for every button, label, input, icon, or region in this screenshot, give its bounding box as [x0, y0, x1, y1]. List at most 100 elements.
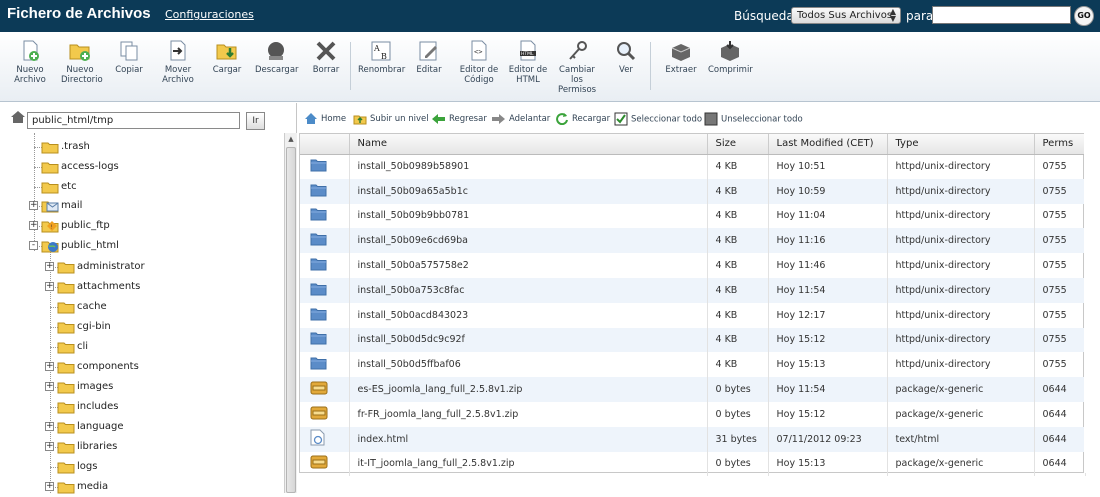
- search-label: Búsqueda: [734, 9, 794, 23]
- home-button[interactable]: Home: [304, 112, 346, 126]
- expand-toggle-icon[interactable]: +: [45, 262, 54, 271]
- view-button[interactable]: Ver: [612, 40, 640, 75]
- tree-scrollbar[interactable]: ▲: [284, 133, 297, 493]
- tree-item[interactable]: .trash: [41, 138, 90, 156]
- go-button[interactable]: GO: [1074, 6, 1094, 26]
- cell-name[interactable]: install_50b09a65a5b1c: [349, 178, 708, 204]
- tree-item[interactable]: public_html: [41, 237, 119, 255]
- cell-name[interactable]: install_50b0989b58901: [349, 154, 708, 179]
- settings-link[interactable]: Configuraciones: [165, 8, 254, 21]
- column-header-type[interactable]: Type: [887, 134, 1035, 155]
- table-row[interactable]: install_50b0d5dc9c92f 4 KB Hoy 15:12 httpd/…: [300, 327, 1086, 353]
- upload-button[interactable]: Cargar: [211, 40, 243, 75]
- new-file-icon: [23, 40, 39, 61]
- back-button[interactable]: Regresar: [431, 112, 487, 126]
- tree-item[interactable]: attachments: [57, 278, 140, 296]
- download-button[interactable]: Descargar: [255, 40, 299, 75]
- new-file-button[interactable]: Nuevo Archivo: [13, 40, 47, 85]
- expand-toggle-icon[interactable]: +: [45, 362, 54, 371]
- tree-item[interactable]: components: [57, 358, 139, 376]
- unselect-all-button[interactable]: Unseleccionar todo: [704, 112, 803, 127]
- scroll-up-icon[interactable]: ▲: [285, 133, 297, 145]
- expand-toggle-icon[interactable]: +: [45, 442, 54, 451]
- cell-name[interactable]: es-ES_joomla_lang_full_2.5.8v1.zip: [349, 377, 708, 402]
- collapse-toggle-icon[interactable]: -: [29, 241, 38, 250]
- table-row[interactable]: install_50b09b9bb0781 4 KB Hoy 11:04 httpd/…: [300, 203, 1086, 229]
- column-header-modified[interactable]: Last Modified (CET): [768, 134, 888, 155]
- column-header-size[interactable]: Size: [707, 134, 769, 155]
- copy-button[interactable]: Copiar: [113, 40, 145, 75]
- folder-icon: [310, 258, 327, 271]
- expand-toggle-icon[interactable]: +: [29, 201, 38, 210]
- path-input[interactable]: public_html/tmp: [27, 112, 240, 129]
- cell-name[interactable]: install_50b0a575758e2: [349, 253, 708, 278]
- cell-name[interactable]: install_50b0d5dc9c92f: [349, 327, 708, 353]
- select-all-button[interactable]: Seleccionar todo: [614, 112, 702, 127]
- forward-button[interactable]: Adelantar: [491, 112, 550, 126]
- tree-item[interactable]: language: [57, 418, 124, 436]
- cell-name[interactable]: index.html: [349, 426, 708, 452]
- cell-name[interactable]: install_50b09e6cd69ba: [349, 228, 708, 254]
- tree-item[interactable]: administrator: [57, 258, 145, 276]
- search-input[interactable]: [932, 6, 1071, 24]
- expand-toggle-icon[interactable]: +: [45, 382, 54, 391]
- search-scope-select[interactable]: Todos Sus Archivos ▲ ▼: [791, 7, 901, 24]
- row-icon-cell: [300, 451, 350, 477]
- code-editor-button[interactable]: <> Editor de Código: [458, 40, 500, 85]
- permissions-button[interactable]: Cambiar los Permisos: [558, 40, 596, 95]
- tree-scroll-thumb[interactable]: [286, 147, 296, 493]
- cell-name[interactable]: it-IT_joomla_lang_full_2.5.8v1.zip: [349, 451, 708, 477]
- tree-item[interactable]: mail: [41, 197, 82, 215]
- tree-item[interactable]: logs: [57, 458, 97, 476]
- tree-item[interactable]: ! public_ftp: [41, 217, 110, 235]
- move-file-button[interactable]: Mover Archivo: [160, 40, 196, 85]
- table-row[interactable]: install_50b0d5ffbaf06 4 KB Hoy 15:13 httpd/…: [300, 352, 1086, 378]
- column-header-perms[interactable]: Perms: [1034, 134, 1086, 155]
- table-row[interactable]: install_50b09e6cd69ba 4 KB Hoy 11:16 httpd/…: [300, 228, 1086, 254]
- table-row[interactable]: install_50b0989b58901 4 KB Hoy 10:51 httpd/…: [300, 154, 1086, 179]
- column-header-name[interactable]: Name: [349, 134, 708, 155]
- tree-item[interactable]: access-logs: [41, 158, 119, 176]
- compress-button[interactable]: Comprimir: [708, 40, 753, 75]
- cell-modified: Hoy 15:12: [768, 401, 888, 427]
- rename-button[interactable]: A B Renombrar: [358, 40, 405, 75]
- edit-button[interactable]: Editar: [414, 40, 444, 75]
- table-row[interactable]: install_50b09a65a5b1c 4 KB Hoy 10:59 httpd/…: [300, 178, 1086, 204]
- table-row[interactable]: install_50b0a753c8fac 4 KB Hoy 11:54 httpd/…: [300, 277, 1086, 303]
- expand-toggle-icon[interactable]: +: [45, 282, 54, 291]
- up-level-button[interactable]: Subir un nivel: [353, 112, 429, 126]
- tree-item[interactable]: media: [57, 478, 108, 496]
- cell-name[interactable]: install_50b0acd843023: [349, 302, 708, 328]
- tree-item[interactable]: includes: [57, 398, 118, 416]
- table-row[interactable]: fr-FR_joomla_lang_full_2.5.8v1.zip 0 byte…: [300, 401, 1086, 427]
- expand-toggle-icon[interactable]: +: [45, 422, 54, 431]
- tree-item[interactable]: cli: [57, 338, 88, 356]
- forward-label: Adelantar: [509, 114, 551, 124]
- new-folder-button[interactable]: Nuevo Directorio: [61, 40, 103, 85]
- home-icon[interactable]: [10, 110, 26, 124]
- extract-button[interactable]: Extraer: [664, 40, 698, 75]
- cell-name[interactable]: install_50b09b9bb0781: [349, 203, 708, 229]
- tree-item[interactable]: etc: [41, 178, 77, 196]
- table-row[interactable]: index.html 31 bytes 07/11/2012 09:23 text/h…: [300, 426, 1086, 452]
- html-editor-button[interactable]: HTML Editor de HTML: [508, 40, 548, 85]
- row-icon-cell: [300, 154, 350, 179]
- delete-button[interactable]: Borrar: [311, 40, 341, 75]
- tree-item[interactable]: cache: [57, 298, 107, 316]
- table-row[interactable]: es-ES_joomla_lang_full_2.5.8v1.zip 0 byte…: [300, 377, 1086, 402]
- table-row[interactable]: install_50b0acd843023 4 KB Hoy 12:17 httpd/…: [300, 302, 1086, 328]
- table-row[interactable]: it-IT_joomla_lang_full_2.5.8v1.zip 0 byte…: [300, 451, 1086, 477]
- expand-toggle-icon[interactable]: +: [45, 482, 54, 491]
- expand-toggle-icon[interactable]: +: [29, 221, 38, 230]
- table-row[interactable]: install_50b0a575758e2 4 KB Hoy 11:46 httpd/…: [300, 253, 1086, 278]
- file-list-scrollbar[interactable]: [1084, 133, 1098, 473]
- folder-tree-panel: public_html/tmp Ir .trash access-logs etc +…: [0, 103, 297, 496]
- tree-item[interactable]: libraries: [57, 438, 117, 456]
- cell-name[interactable]: install_50b0d5ffbaf06: [349, 352, 708, 378]
- path-go-button[interactable]: Ir: [246, 112, 265, 130]
- reload-button[interactable]: Recargar: [555, 112, 610, 126]
- cell-name[interactable]: fr-FR_joomla_lang_full_2.5.8v1.zip: [349, 401, 708, 427]
- tree-item[interactable]: cgi-bin: [57, 318, 111, 336]
- cell-name[interactable]: install_50b0a753c8fac: [349, 277, 708, 303]
- tree-item[interactable]: images: [57, 378, 113, 396]
